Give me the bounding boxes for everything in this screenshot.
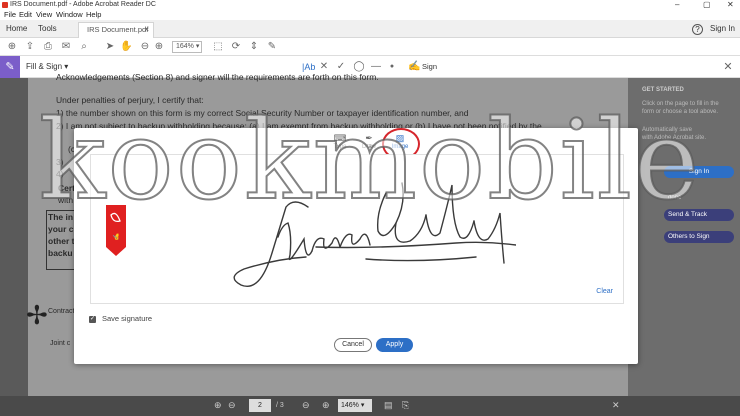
close-fill-sign-icon[interactable]: ✕ bbox=[722, 61, 734, 73]
bottom-bar: ⊕ ⊖ 2 / 3 ⊖ ⊕ 146% ▾ ▤ ⎘ ✕ bbox=[0, 396, 740, 416]
doc-line: Acknowledgements (Section 8) and signer … bbox=[56, 72, 379, 82]
bottom-zoom-select[interactable]: 146% ▾ bbox=[338, 399, 372, 412]
doc-line: 4) bbox=[56, 169, 64, 179]
fill-sign-icon: ✎ bbox=[0, 56, 20, 78]
doc-line: with bbox=[58, 195, 74, 205]
doc-line: your c bbox=[48, 224, 74, 234]
search-icon[interactable]: ⌕ bbox=[78, 41, 90, 53]
sign-button[interactable]: Sign bbox=[422, 62, 437, 71]
signature-mark: ✢ bbox=[26, 300, 48, 330]
scroll-mode-icon[interactable]: ⇕ bbox=[248, 41, 260, 53]
zoom-out-icon[interactable]: ⊖ bbox=[139, 41, 151, 53]
select-cursor-icon[interactable]: ➤ bbox=[104, 41, 116, 53]
zoom-in-bottom-icon[interactable]: ⊕ bbox=[322, 400, 330, 411]
doc-line: Cert bbox=[58, 183, 76, 193]
clear-link[interactable]: Clear bbox=[596, 288, 613, 295]
pdf-badge-icon: ✍ bbox=[106, 205, 126, 256]
document-tab-label: IRS Document.pdf bbox=[87, 25, 149, 34]
fit-page-icon[interactable]: ⬚ bbox=[212, 41, 224, 53]
upload-icon[interactable]: ⇪ bbox=[24, 41, 36, 53]
tab-home[interactable]: Home bbox=[6, 20, 27, 38]
save-icon[interactable]: ⎘ bbox=[402, 400, 409, 411]
menu-view[interactable]: View bbox=[36, 10, 52, 20]
zoom-in-icon[interactable]: ⊕ bbox=[153, 41, 165, 53]
save-signature-checkbox[interactable]: ✓ bbox=[89, 316, 96, 323]
tab-draw[interactable]: ✒ Draw bbox=[356, 132, 382, 150]
toolbar: ⊕ ⇪ ⎙ ✉ ⌕ ➤ ✋ ⊖ ⊕ 164% ▾ ⬚ ⟳ ⇕ ✎ bbox=[0, 38, 740, 56]
title-bar: IRS Document.pdf - Adobe Acrobat Reader … bbox=[0, 0, 740, 10]
panel-text: with Adobe Acrobat site. bbox=[642, 135, 707, 141]
doc-line: backu bbox=[48, 248, 73, 258]
fill-sign-label: Fill & Sign bbox=[26, 62, 63, 71]
comment-icon[interactable]: ✎ bbox=[266, 41, 278, 53]
doc-line: other t bbox=[48, 236, 75, 246]
menu-edit[interactable]: Edit bbox=[19, 10, 32, 20]
menu-bar: File Edit View Window Help bbox=[0, 10, 740, 20]
signin-link[interactable]: Sign In bbox=[710, 20, 735, 38]
next-page-icon[interactable]: ⊖ bbox=[228, 400, 236, 411]
panel-text: Click on the page to fill in the bbox=[642, 101, 719, 107]
signature-image bbox=[233, 182, 516, 287]
tab-type[interactable]: ⌨ Type bbox=[327, 132, 353, 150]
zoom-out-bottom-icon[interactable]: ⊖ bbox=[302, 400, 310, 411]
zoom-value: 164% bbox=[176, 43, 194, 50]
get-started-heading: GET STARTED bbox=[642, 87, 684, 93]
prev-page-icon[interactable]: ⊕ bbox=[214, 400, 222, 411]
rotate-icon[interactable]: ⟳ bbox=[230, 41, 242, 53]
zoom-select[interactable]: 164% ▾ bbox=[172, 41, 202, 53]
apply-button[interactable]: Apply bbox=[376, 338, 413, 352]
tab-tools[interactable]: Tools bbox=[38, 20, 57, 38]
close-tab-icon[interactable]: × bbox=[144, 23, 149, 37]
panel-text: form or choose a tool above. bbox=[642, 109, 719, 115]
doc-line: Contract bbox=[48, 308, 75, 315]
others-to-sign-button[interactable]: Others to Sign bbox=[664, 231, 734, 243]
close-window-button[interactable]: ✕ bbox=[727, 0, 734, 10]
create-icon[interactable]: ⊕ bbox=[6, 41, 18, 53]
page-icon[interactable]: ▤ bbox=[384, 400, 393, 411]
menu-window[interactable]: Window bbox=[56, 10, 83, 20]
signature-canvas[interactable]: ✍ Clear bbox=[90, 154, 624, 304]
panel-done: done bbox=[668, 195, 682, 201]
maximize-button[interactable]: ▢ bbox=[703, 0, 711, 10]
tab-type-label: Type bbox=[333, 144, 347, 150]
hand-tool-icon[interactable]: ✋ bbox=[120, 41, 132, 53]
doc-line: 1) the number shown on this form is my c… bbox=[56, 108, 469, 118]
cancel-button[interactable]: Cancel bbox=[334, 338, 372, 352]
send-track-button[interactable]: Send & Track bbox=[664, 209, 734, 221]
close-bottom-icon[interactable]: ✕ bbox=[612, 400, 620, 411]
doc-line: The in bbox=[48, 212, 74, 222]
window-title: IRS Document.pdf - Adobe Acrobat Reader … bbox=[10, 1, 156, 8]
email-icon[interactable]: ✉ bbox=[60, 41, 72, 53]
dot-icon[interactable]: ● bbox=[386, 61, 398, 73]
right-panel: GET STARTED Click on the page to fill in… bbox=[628, 78, 740, 396]
keyboard-icon: ⌨ bbox=[333, 133, 347, 143]
save-signature-label: Save signature bbox=[102, 314, 153, 323]
bottom-zoom-value: 146% bbox=[341, 402, 359, 409]
menu-help[interactable]: Help bbox=[86, 10, 101, 20]
signature-dialog: ⌨ Type ✒ Draw ▨ Image ✍ Clear ✓ Save sig… bbox=[74, 128, 638, 364]
page-number-input[interactable]: 2 bbox=[249, 399, 271, 412]
pdf-icon bbox=[2, 2, 8, 8]
doc-line: Under penalties of perjury, I certify th… bbox=[56, 95, 204, 105]
tab-bar: Home Tools IRS Document.pdf × ? Sign In bbox=[0, 20, 740, 38]
help-icon[interactable]: ? bbox=[692, 24, 703, 35]
print-icon[interactable]: ⎙ bbox=[42, 41, 54, 53]
sign-pen-icon[interactable]: ✍ bbox=[408, 61, 420, 73]
doc-line: 3) bbox=[56, 157, 64, 167]
tab-draw-label: Draw bbox=[361, 144, 376, 150]
tab-document[interactable]: IRS Document.pdf × bbox=[78, 22, 154, 38]
svg-text:✍: ✍ bbox=[112, 233, 120, 241]
doc-line: Joint c bbox=[50, 340, 71, 347]
minimize-button[interactable]: – bbox=[675, 0, 679, 10]
pen-icon: ✒ bbox=[365, 133, 373, 143]
page-total: / 3 bbox=[276, 402, 284, 409]
menu-file[interactable]: File bbox=[4, 10, 16, 20]
panel-signin-button[interactable]: Sign In bbox=[664, 166, 734, 178]
panel-text: Automatically save bbox=[642, 127, 693, 133]
